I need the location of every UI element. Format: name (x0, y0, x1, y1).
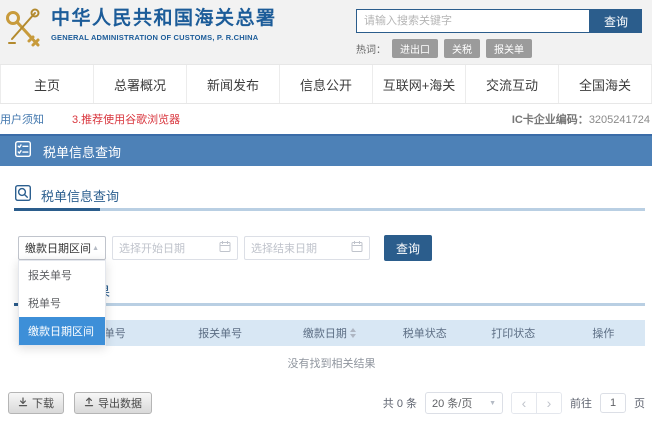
query-button[interactable]: 查询 (384, 235, 432, 261)
next-page-button[interactable]: › (536, 393, 561, 413)
end-date-input[interactable]: 选择结束日期 (244, 236, 370, 260)
filter-row: 缴款日期区间 ▲ 选择开始日期 选择结束日期 查询 报关单号 税单号 (18, 235, 652, 261)
column-actions: 操作 (562, 325, 645, 341)
brand: 中华人民共和国海关总署 GENERAL ADMINISTRATION OF CU… (4, 0, 277, 64)
goto-page-input[interactable] (600, 393, 626, 413)
hot-word-tag[interactable]: 报关单 (486, 39, 532, 58)
column-payment-date: 缴款日期 (274, 325, 385, 341)
empty-result-text: 没有找到相关结果 (18, 346, 645, 380)
nav-item-home[interactable]: 主页 (0, 65, 94, 103)
notice-bar: 用户须知 3.推荐使用谷歌浏览器 IC卡企业编码：3205241724 (0, 104, 652, 134)
start-date-input[interactable]: 选择开始日期 (112, 236, 238, 260)
panel-title: 税单信息查询 (43, 142, 121, 161)
nav-item-internet-customs[interactable]: 互联网+海关 (373, 65, 466, 103)
results-table: 税单号 报关单号 缴款日期 税单状态 打印状态 操作 没有找到相关结果 (18, 320, 645, 380)
export-icon (84, 397, 94, 410)
nav-item-overview[interactable]: 总署概况 (94, 65, 187, 103)
table-footer: 下载 导出数据 共 0 条 20 条/页 ▼ ‹ › 前往 页 (0, 392, 652, 414)
download-icon (18, 397, 28, 410)
nav-item-info-disclosure[interactable]: 信息公开 (280, 65, 373, 103)
caret-down-icon: ▼ (489, 400, 496, 407)
hot-words-label: 热词： (356, 41, 386, 56)
org-name-en: GENERAL ADMINISTRATION OF CUSTOMS, P. R.… (51, 33, 277, 42)
dropdown-option-tax-bill-no[interactable]: 税单号 (19, 289, 105, 317)
query-section-title: 税单信息查询 (41, 186, 119, 205)
main-nav: 主页 总署概况 新闻发布 信息公开 互联网+海关 交流互动 全国海关 (0, 64, 652, 104)
column-print-status: 打印状态 (465, 325, 562, 341)
nav-item-national-customs[interactable]: 全国海关 (559, 65, 652, 103)
hot-word-tag[interactable]: 进出口 (392, 39, 438, 58)
ic-card-code: IC卡企业编码：3205241724 (512, 111, 650, 127)
calendar-icon (351, 240, 363, 256)
start-date-placeholder: 选择开始日期 (119, 240, 185, 256)
query-type-select-value: 缴款日期区间 (25, 240, 91, 256)
sort-icon[interactable] (350, 328, 356, 338)
total-count-text: 共 0 条 (383, 395, 417, 411)
site-search-button[interactable]: 查询 (590, 9, 642, 33)
nav-item-interaction[interactable]: 交流互动 (466, 65, 559, 103)
export-data-button[interactable]: 导出数据 (74, 392, 152, 414)
goto-label: 前往 (570, 395, 592, 411)
customs-logo-icon (4, 7, 46, 60)
results-section-head: 查询结果 (31, 277, 652, 303)
checklist-icon (14, 140, 32, 163)
query-section-head: 税单信息查询 (14, 182, 652, 208)
table-header-row: 税单号 报关单号 缴款日期 税单状态 打印状态 操作 (18, 320, 645, 346)
nav-item-news[interactable]: 新闻发布 (187, 65, 280, 103)
browser-tip-text: 3.推荐使用谷歌浏览器 (72, 111, 180, 127)
pagination: 共 0 条 20 条/页 ▼ ‹ › 前往 页 (383, 392, 645, 414)
column-declaration-no: 报关单号 (166, 325, 274, 341)
query-type-dropdown: 报关单号 税单号 缴款日期区间 (18, 260, 106, 346)
results-section-underline (14, 303, 645, 306)
site-header: 中华人民共和国海关总署 GENERAL ADMINISTRATION OF CU… (0, 0, 652, 64)
ic-card-value: 3205241724 (589, 114, 650, 126)
hot-word-tag[interactable]: 关税 (444, 39, 480, 58)
dropdown-option-payment-date-range[interactable]: 缴款日期区间 (19, 317, 105, 345)
document-search-icon (14, 184, 32, 207)
dropdown-option-declaration-no[interactable]: 报关单号 (19, 261, 105, 289)
calendar-icon (219, 240, 231, 256)
user-notice-link[interactable]: 用户须知 (0, 111, 44, 127)
query-section-underline (14, 208, 645, 211)
column-tax-bill-status: 税单状态 (385, 325, 465, 341)
end-date-placeholder: 选择结束日期 (251, 240, 317, 256)
caret-up-icon: ▲ (92, 245, 99, 252)
download-button[interactable]: 下载 (8, 392, 64, 414)
org-name-zh: 中华人民共和国海关总署 (51, 7, 277, 31)
goto-suffix: 页 (634, 395, 645, 411)
query-type-select[interactable]: 缴款日期区间 ▲ (18, 236, 106, 260)
site-search-area: 查询 热词： 进出口 关税 报关单 (356, 0, 642, 64)
ic-card-label: IC卡企业编码： (512, 114, 589, 126)
site-search-input[interactable] (356, 9, 590, 33)
prev-page-button[interactable]: ‹ (512, 393, 536, 413)
page-size-select[interactable]: 20 条/页 ▼ (425, 392, 503, 414)
panel-header: 税单信息查询 (0, 134, 652, 166)
